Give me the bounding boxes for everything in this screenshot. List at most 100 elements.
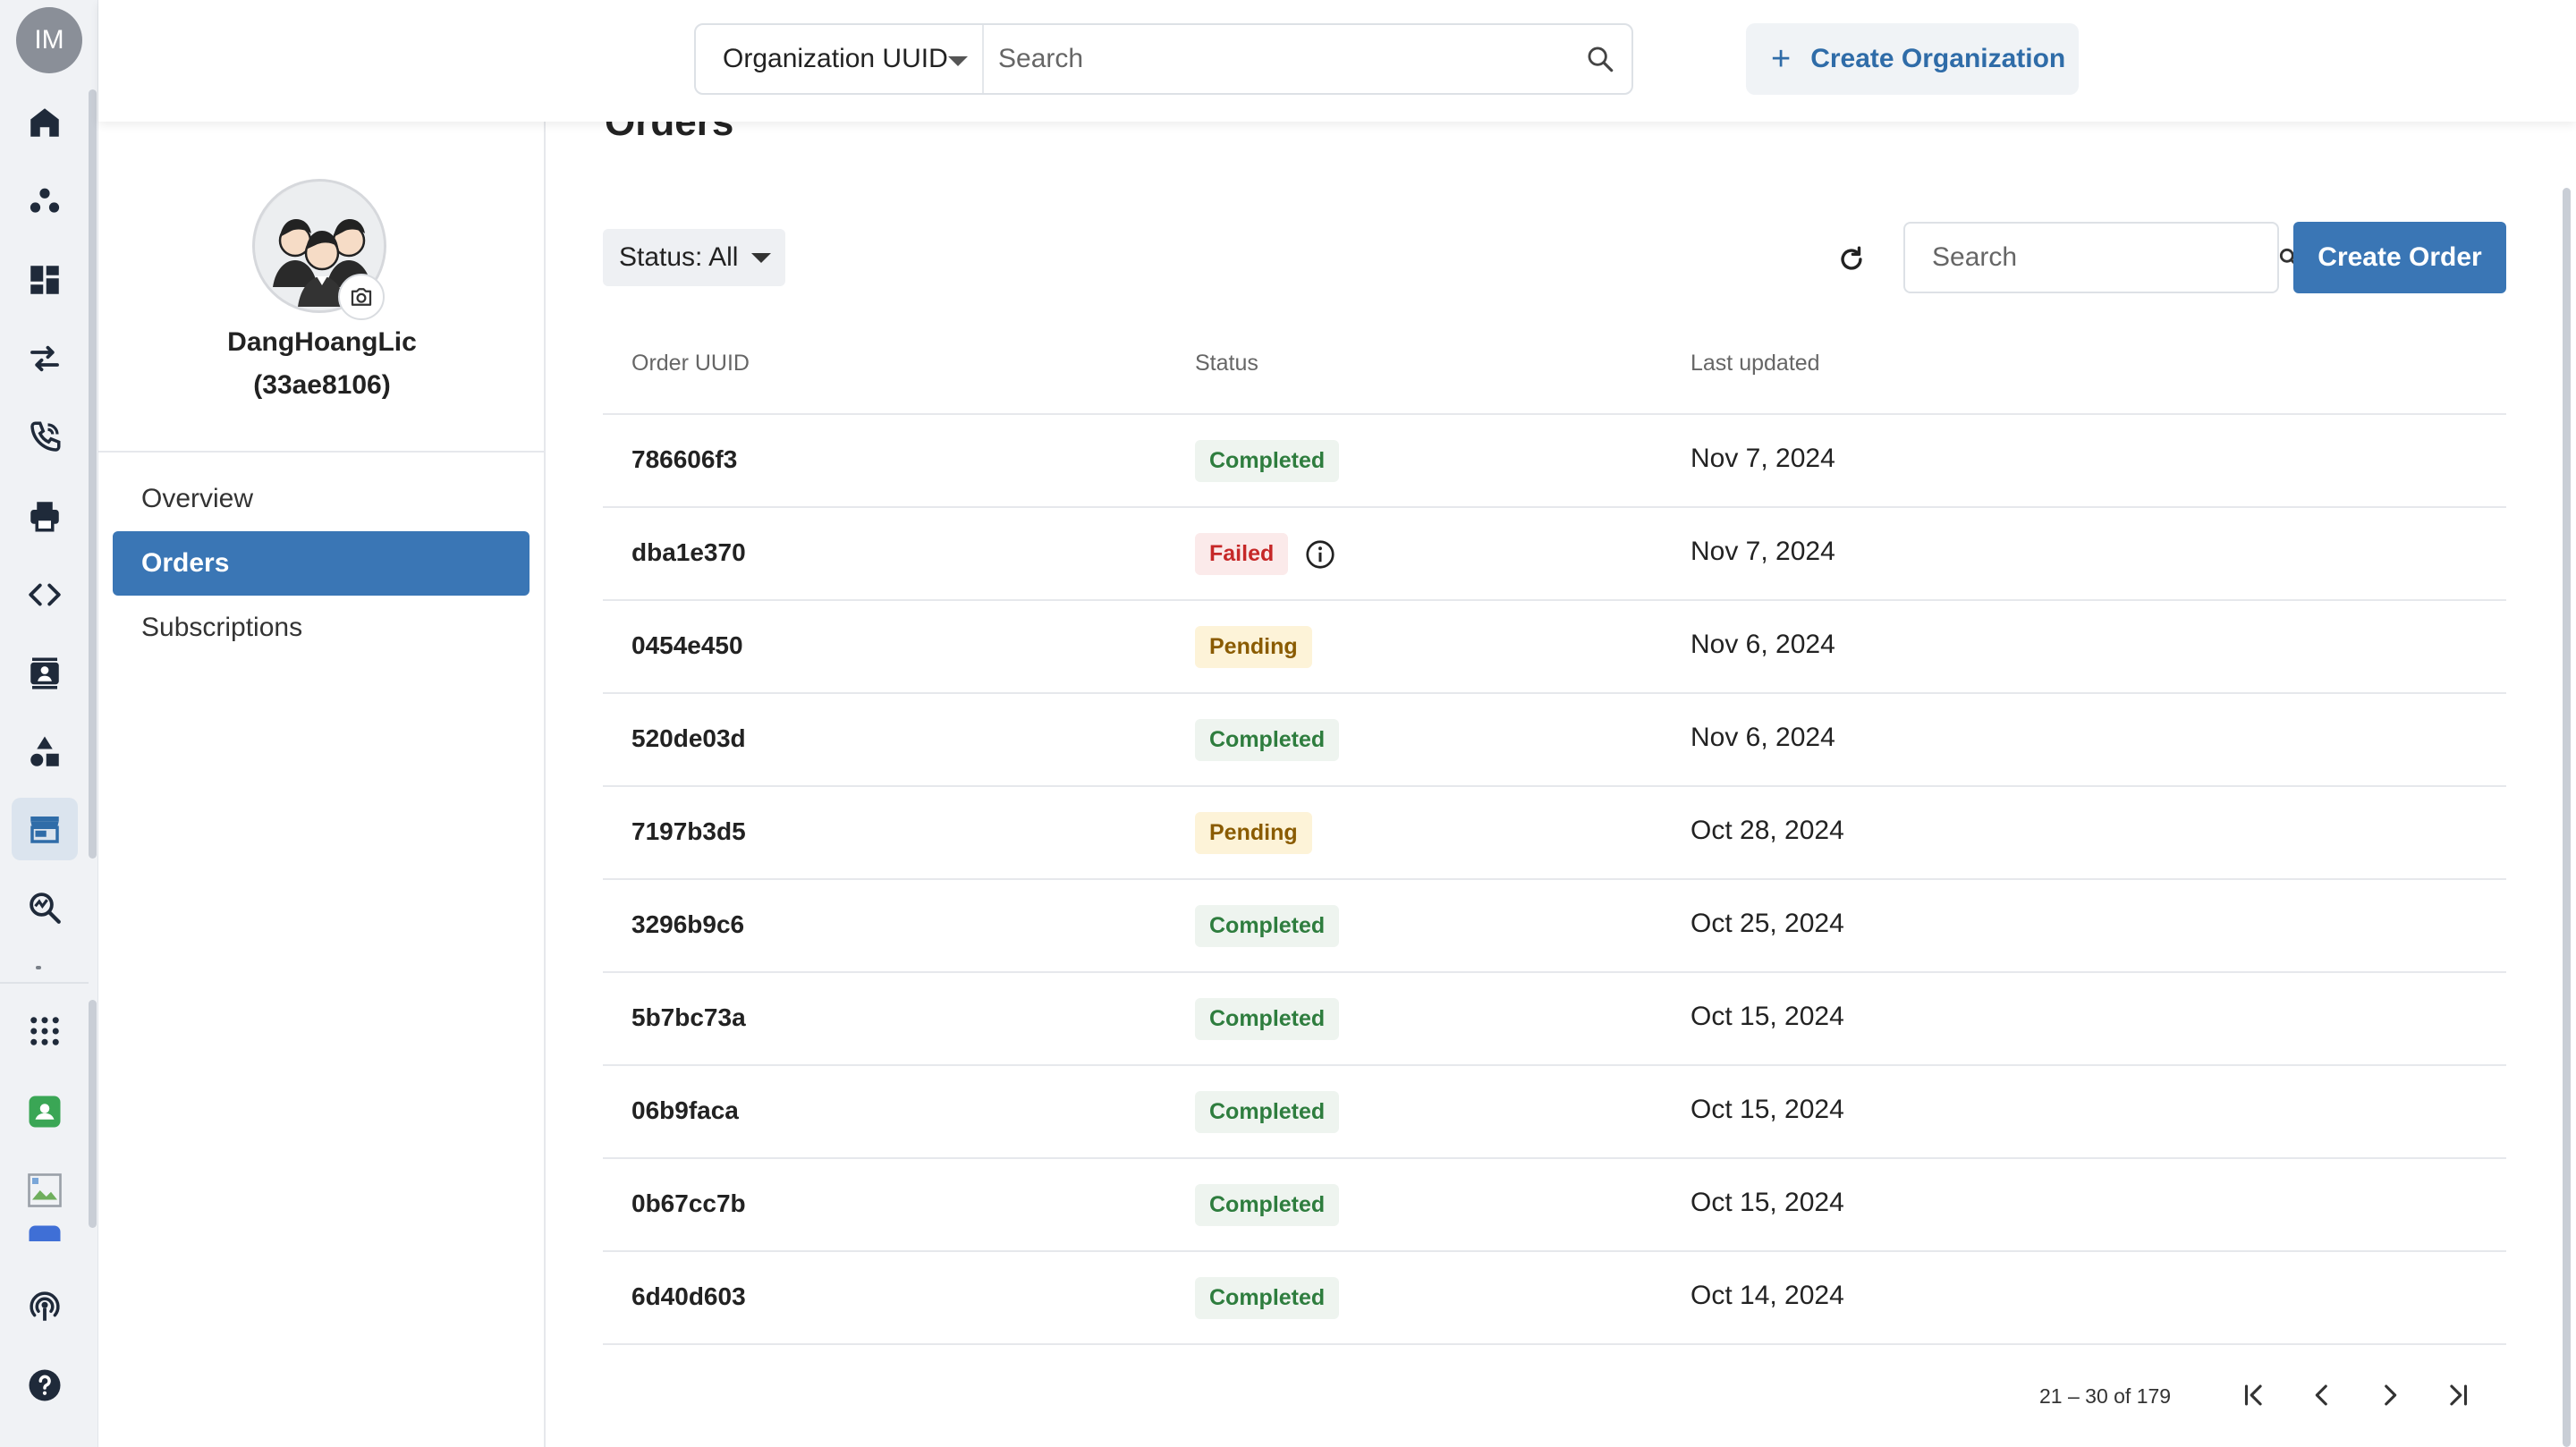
column-header-last-updated[interactable]: Last updated xyxy=(1690,351,1820,377)
order-last-updated: Nov 6, 2024 xyxy=(1690,723,1835,752)
organization-search-input[interactable] xyxy=(984,25,1569,93)
groups-icon[interactable] xyxy=(12,170,78,233)
orders-search-input[interactable] xyxy=(1905,224,2277,292)
order-uuid[interactable]: 786606f3 xyxy=(631,445,737,474)
table-row[interactable]: 7197b3d5 Pending Oct 28, 2024 xyxy=(603,787,2506,880)
order-last-updated: Oct 25, 2024 xyxy=(1690,909,1844,938)
order-uuid[interactable]: 520de03d xyxy=(631,724,746,753)
order-last-updated: Oct 14, 2024 xyxy=(1690,1281,1844,1310)
contacts-icon[interactable] xyxy=(12,642,78,705)
status-badge: Completed xyxy=(1195,719,1340,761)
last-page-icon[interactable] xyxy=(2431,1368,2485,1422)
order-status: Completed xyxy=(1195,1277,1340,1319)
next-page-icon[interactable] xyxy=(2363,1368,2417,1422)
status-badge: Failed xyxy=(1195,533,1289,575)
broken-image-icon[interactable] xyxy=(12,1159,78,1222)
app-badge-icon[interactable] xyxy=(12,1080,78,1143)
rail-scrollbar[interactable] xyxy=(89,89,97,859)
table-row[interactable]: 3296b9c6 Completed Oct 25, 2024 xyxy=(603,880,2506,973)
home-icon[interactable] xyxy=(12,91,78,154)
order-status: Completed xyxy=(1195,719,1340,761)
organization-field-select[interactable]: Organization UUID xyxy=(696,25,984,93)
pagination-range: 21 – 30 of 179 xyxy=(2039,1384,2172,1408)
status-badge: Completed xyxy=(1195,1277,1340,1319)
apps-grid-icon[interactable] xyxy=(12,1000,78,1062)
help-icon[interactable] xyxy=(12,1354,78,1417)
search-icon[interactable] xyxy=(1569,44,1631,74)
status-badge: Completed xyxy=(1195,905,1340,947)
refresh-icon[interactable] xyxy=(1828,236,1875,283)
phone-icon[interactable] xyxy=(12,406,78,469)
user-avatar[interactable]: IM xyxy=(16,7,82,73)
create-order-button[interactable]: Create Order xyxy=(2293,222,2506,293)
previous-page-icon[interactable] xyxy=(2295,1368,2349,1422)
order-status: Pending xyxy=(1195,812,1312,854)
order-uuid[interactable]: 7197b3d5 xyxy=(631,817,746,846)
status-badge: Completed xyxy=(1195,998,1340,1040)
order-uuid[interactable]: 5b7bc73a xyxy=(631,1003,746,1032)
create-organization-button[interactable]: + Create Organization xyxy=(1746,23,2079,95)
printer-icon[interactable] xyxy=(12,485,78,547)
first-page-icon[interactable] xyxy=(2227,1368,2281,1422)
organization-name: DangHoangLic xyxy=(227,327,417,357)
order-last-updated: Nov 7, 2024 xyxy=(1690,444,1835,473)
table-row[interactable]: 0454e450 Pending Nov 6, 2024 xyxy=(603,601,2506,694)
nav-item-overview[interactable]: Overview xyxy=(113,467,530,531)
status-badge: Pending xyxy=(1195,626,1312,668)
store-icon[interactable] xyxy=(12,798,78,860)
caret-down-icon xyxy=(948,56,968,66)
table-row[interactable]: dba1e370 Failed Nov 7, 2024 xyxy=(603,508,2506,601)
order-last-updated: Oct 15, 2024 xyxy=(1690,1002,1844,1031)
order-uuid[interactable]: 06b9faca xyxy=(631,1096,739,1125)
analytics-icon[interactable] xyxy=(12,876,78,939)
transfer-icon[interactable] xyxy=(12,327,78,390)
table-header: Order UUID Status Last updated xyxy=(603,320,2506,415)
plus-icon: + xyxy=(1771,40,1792,78)
organization-id: (33ae8106) xyxy=(253,370,391,400)
top-bar: Organization UUID + Create Organization xyxy=(98,0,2576,122)
app-rail: IM xyxy=(0,0,98,1447)
table-row[interactable]: 6d40d603 Completed Oct 14, 2024 xyxy=(603,1252,2506,1345)
organization-panel: DangHoangLic (33ae8106) Overview Orders … xyxy=(98,122,546,1447)
order-last-updated: Nov 7, 2024 xyxy=(1690,537,1835,566)
app-peek-icon xyxy=(12,1214,78,1241)
dashboard-icon[interactable] xyxy=(12,249,78,311)
status-badge: Completed xyxy=(1195,1184,1340,1226)
column-header-status[interactable]: Status xyxy=(1195,351,1258,377)
order-status: Completed xyxy=(1195,905,1340,947)
column-header-order-uuid[interactable]: Order UUID xyxy=(631,351,750,377)
order-status: Completed xyxy=(1195,1091,1340,1133)
order-status: Completed xyxy=(1195,1184,1340,1226)
podcast-icon[interactable] xyxy=(12,1275,78,1338)
table-row[interactable]: 520de03d Completed Nov 6, 2024 xyxy=(603,694,2506,787)
organization-field-label: Organization UUID xyxy=(723,44,948,73)
order-uuid[interactable]: 0b67cc7b xyxy=(631,1189,746,1218)
nav-item-subscriptions[interactable]: Subscriptions xyxy=(113,596,530,660)
hidden-rail-item xyxy=(36,966,41,969)
status-filter-select[interactable]: Status: All xyxy=(603,229,785,286)
order-last-updated: Oct 28, 2024 xyxy=(1690,816,1844,845)
order-uuid[interactable]: 0454e450 xyxy=(631,631,743,660)
main-scrollbar[interactable] xyxy=(2563,188,2571,1447)
table-row[interactable]: 0b67cc7b Completed Oct 15, 2024 xyxy=(603,1159,2506,1252)
order-status: Pending xyxy=(1195,626,1312,668)
change-avatar-camera-icon[interactable] xyxy=(338,274,385,320)
create-organization-label: Create Organization xyxy=(1810,44,2066,73)
orders-search-box xyxy=(1903,222,2299,293)
panel-divider xyxy=(98,451,546,453)
order-uuid[interactable]: 3296b9c6 xyxy=(631,910,744,939)
shapes-icon[interactable] xyxy=(12,721,78,783)
orders-table: Order UUID Status Last updated 786606f3 C… xyxy=(603,320,2506,1345)
table-row[interactable]: 786606f3 Completed Nov 7, 2024 xyxy=(603,415,2506,508)
order-uuid[interactable]: 6d40d603 xyxy=(631,1282,746,1311)
info-icon[interactable] xyxy=(1304,538,1336,571)
order-last-updated: Nov 6, 2024 xyxy=(1690,630,1835,659)
caret-down-icon xyxy=(751,253,771,263)
table-row[interactable]: 5b7bc73a Completed Oct 15, 2024 xyxy=(603,973,2506,1066)
code-icon[interactable] xyxy=(12,563,78,626)
nav-item-orders[interactable]: Orders xyxy=(113,531,530,596)
rail-scrollbar-lower[interactable] xyxy=(89,1000,97,1228)
order-uuid[interactable]: dba1e370 xyxy=(631,538,746,567)
order-status: Completed xyxy=(1195,998,1340,1040)
table-row[interactable]: 06b9faca Completed Oct 15, 2024 xyxy=(603,1066,2506,1159)
